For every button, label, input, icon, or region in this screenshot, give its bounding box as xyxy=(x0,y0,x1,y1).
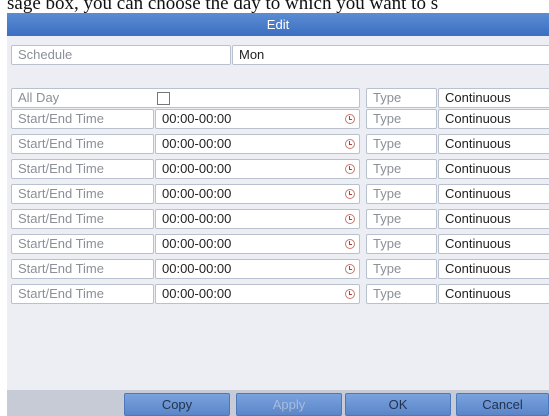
clock-icon[interactable] xyxy=(345,189,355,199)
all-day-type-label: Type xyxy=(366,88,437,108)
type-select[interactable]: Continuous ▾ xyxy=(438,209,549,229)
type-value: Continuous xyxy=(445,186,511,201)
start-end-time-label: Start/End Time xyxy=(11,209,154,229)
type-value: Continuous xyxy=(445,236,511,251)
type-select[interactable]: Continuous ▾ xyxy=(438,284,549,304)
type-select[interactable]: Continuous ▾ xyxy=(438,184,549,204)
edit-dialog: Edit Schedule Mon ▾ All Day Type Continu… xyxy=(7,13,549,416)
time-range-input[interactable]: 00:00-00:00 xyxy=(155,159,360,179)
all-day-type-select[interactable]: Continuous ▾ xyxy=(438,88,549,108)
ok-button[interactable]: OK xyxy=(345,393,451,416)
time-range-value: 00:00-00:00 xyxy=(162,211,232,226)
time-range-input[interactable]: 00:00-00:00 xyxy=(155,134,360,154)
start-end-time-label: Start/End Time xyxy=(11,234,154,254)
all-day-type-value: Continuous xyxy=(445,90,511,105)
type-select[interactable]: Continuous ▾ xyxy=(438,234,549,254)
time-range-value: 00:00-00:00 xyxy=(162,111,232,126)
type-select[interactable]: Continuous ▾ xyxy=(438,134,549,154)
clock-icon[interactable] xyxy=(345,139,355,149)
start-end-time-label: Start/End Time xyxy=(11,109,154,129)
type-value: Continuous xyxy=(445,286,511,301)
type-label: Type xyxy=(366,234,437,254)
dialog-title: Edit xyxy=(7,13,549,36)
clock-icon[interactable] xyxy=(345,164,355,174)
type-select[interactable]: Continuous ▾ xyxy=(438,109,549,129)
time-range-input[interactable]: 00:00-00:00 xyxy=(155,234,360,254)
schedule-value: Mon xyxy=(239,47,265,62)
start-end-time-label: Start/End Time xyxy=(11,184,154,204)
type-label: Type xyxy=(366,184,437,204)
time-range-value: 00:00-00:00 xyxy=(162,286,232,301)
start-end-time-label: Start/End Time xyxy=(11,259,154,279)
type-value: Continuous xyxy=(445,161,511,176)
time-range-value: 00:00-00:00 xyxy=(162,236,232,251)
clock-icon[interactable] xyxy=(345,239,355,249)
schedule-label: Schedule xyxy=(11,45,231,65)
apply-button[interactable]: Apply xyxy=(236,393,342,416)
cancel-button[interactable]: Cancel xyxy=(456,393,549,416)
clock-icon[interactable] xyxy=(345,214,355,224)
time-range-input[interactable]: 00:00-00:00 xyxy=(155,184,360,204)
type-value: Continuous xyxy=(445,261,511,276)
start-end-time-label: Start/End Time xyxy=(11,134,154,154)
copy-button[interactable]: Copy xyxy=(124,393,230,416)
time-range-value: 00:00-00:00 xyxy=(162,136,232,151)
type-select[interactable]: Continuous ▾ xyxy=(438,159,549,179)
type-label: Type xyxy=(366,134,437,154)
time-range-value: 00:00-00:00 xyxy=(162,186,232,201)
type-select[interactable]: Continuous ▾ xyxy=(438,259,549,279)
time-range-input[interactable]: 00:00-00:00 xyxy=(155,109,360,129)
type-label: Type xyxy=(366,159,437,179)
time-range-value: 00:00-00:00 xyxy=(162,261,232,276)
type-label: Type xyxy=(366,209,437,229)
all-day-checkbox[interactable] xyxy=(157,92,170,105)
type-label: Type xyxy=(366,109,437,129)
type-label: Type xyxy=(366,259,437,279)
all-day-label: All Day xyxy=(11,88,360,108)
clock-icon[interactable] xyxy=(345,264,355,274)
start-end-time-label: Start/End Time xyxy=(11,159,154,179)
time-range-value: 00:00-00:00 xyxy=(162,161,232,176)
time-range-input[interactable]: 00:00-00:00 xyxy=(155,284,360,304)
type-value: Continuous xyxy=(445,111,511,126)
type-value: Continuous xyxy=(445,211,511,226)
type-value: Continuous xyxy=(445,136,511,151)
time-range-input[interactable]: 00:00-00:00 xyxy=(155,209,360,229)
schedule-select[interactable]: Mon ▾ xyxy=(232,45,549,65)
type-label: Type xyxy=(366,284,437,304)
clock-icon[interactable] xyxy=(345,114,355,124)
clock-icon[interactable] xyxy=(345,289,355,299)
time-range-input[interactable]: 00:00-00:00 xyxy=(155,259,360,279)
start-end-time-label: Start/End Time xyxy=(11,284,154,304)
